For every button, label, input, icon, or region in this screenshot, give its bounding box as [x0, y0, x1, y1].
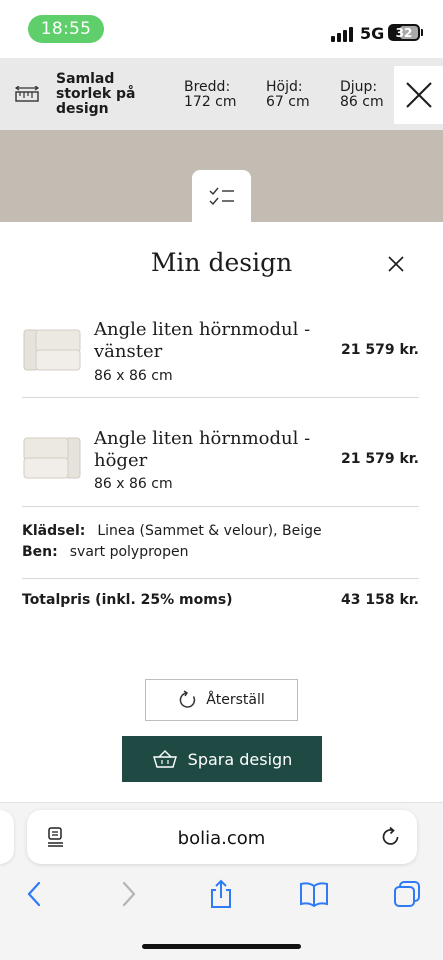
close-icon [405, 82, 432, 108]
spec-value: Linea (Sammet & velour), Beige [97, 523, 322, 539]
depth-value: 86 cm [340, 94, 384, 110]
back-icon[interactable] [19, 879, 49, 909]
spec-value: svart polypropen [69, 544, 189, 560]
total-price-label: Totalpris (inkl. 25% moms) [22, 592, 233, 608]
panel-close-icon[interactable] [384, 252, 408, 276]
my-design-tab[interactable] [192, 170, 251, 222]
battery-tip [421, 29, 423, 36]
width-dimension: Bredd: 172 cm [184, 80, 237, 110]
reset-icon [179, 690, 196, 708]
share-icon[interactable] [206, 879, 236, 909]
divider [22, 506, 419, 507]
reset-label: Återställ [206, 692, 265, 708]
depth-dimension: Djup: 86 cm [340, 80, 384, 110]
ruler-icon [14, 86, 40, 102]
legs-spec: Ben: svart polypropen [22, 544, 189, 560]
battery-icon: 32 [388, 24, 420, 41]
height-label: Höjd: [266, 79, 303, 95]
item-price: 21 579 kr. [341, 451, 419, 467]
item-name: Angle liten hörnmodul - vänster [94, 319, 311, 362]
width-value: 172 cm [184, 94, 237, 110]
total-size-title: Samlad storlek på design [56, 71, 136, 117]
upholstery-spec: Klädsel: Linea (Sammet & velour), Beige [22, 523, 322, 539]
panel-title: Min design [150, 248, 293, 277]
size-bar-close-button[interactable] [394, 66, 443, 124]
checklist-icon [209, 187, 234, 206]
home-indicator [142, 944, 301, 949]
depth-label: Djup: [340, 79, 378, 95]
width-label: Bredd: [184, 79, 231, 95]
url-text[interactable]: bolia.com [0, 828, 443, 849]
status-bar: 18:55 5G 32 [0, 0, 443, 58]
sofa-module-right-image [23, 437, 81, 479]
status-time: 18:55 [28, 15, 104, 43]
height-dimension: Höjd: 67 cm [266, 80, 310, 110]
tabs-icon[interactable] [392, 879, 422, 909]
reset-button[interactable]: Återställ [145, 679, 298, 721]
bookmarks-icon[interactable] [299, 879, 329, 909]
save-design-label: Spara design [187, 749, 293, 769]
save-design-button[interactable]: Spara design [122, 736, 322, 782]
height-value: 67 cm [266, 94, 310, 110]
sofa-module-left-image [23, 329, 81, 371]
reload-icon[interactable] [380, 826, 402, 848]
item-size: 86 x 86 cm [94, 476, 173, 492]
battery-level: 32 [395, 25, 413, 40]
forward-icon[interactable] [114, 879, 144, 909]
divider [22, 397, 419, 398]
divider [22, 578, 419, 579]
network-type: 5G [360, 24, 385, 43]
item-size: 86 x 86 cm [94, 368, 173, 384]
spec-label: Ben: [22, 544, 58, 560]
item-name: Angle liten hörnmodul - höger [94, 428, 311, 471]
signal-icon [331, 24, 355, 42]
item-price: 21 579 kr. [341, 342, 419, 358]
basket-icon [152, 750, 177, 768]
total-size-bar: Samlad storlek på design Bredd: 172 cm H… [0, 58, 443, 130]
total-price-value: 43 158 kr. [341, 592, 419, 608]
spec-label: Klädsel: [22, 523, 86, 539]
